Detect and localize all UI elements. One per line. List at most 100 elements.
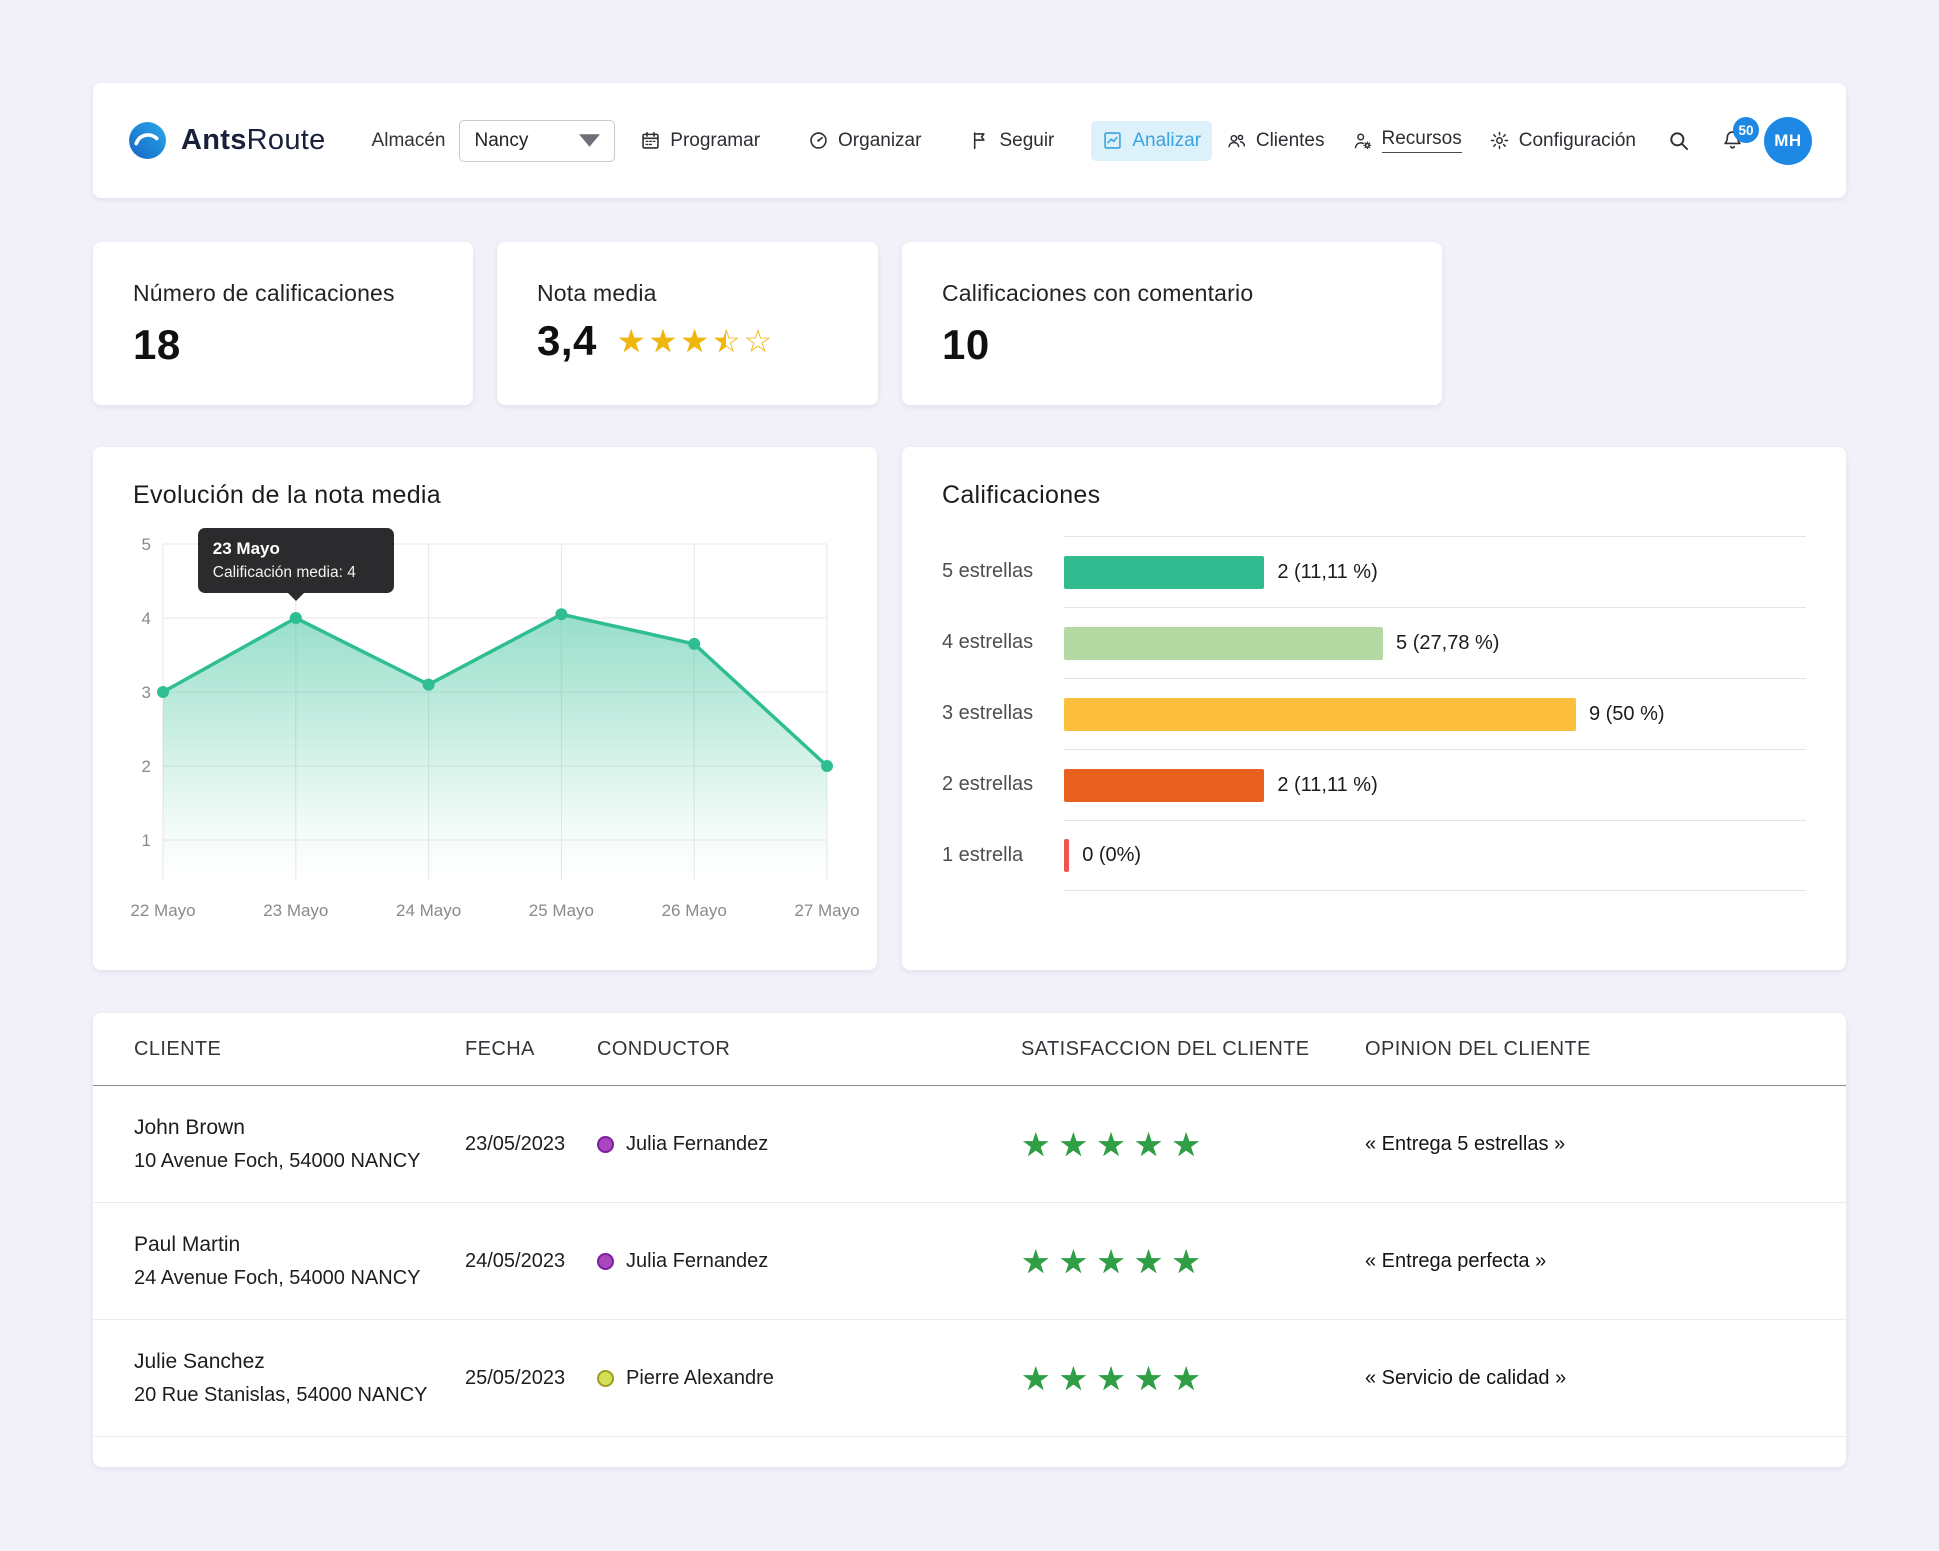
nav-item-clientes[interactable]: Clientes xyxy=(1226,130,1325,152)
driver-color-dot xyxy=(597,1136,614,1153)
star-icon: ☆★ xyxy=(1059,1245,1089,1278)
nav-item-label: Recursos xyxy=(1382,128,1462,153)
rating-bar[interactable] xyxy=(1064,627,1383,660)
rating-row: 1 estrella0 (0%) xyxy=(942,820,1806,891)
rating-bar-zone: 0 (0%) xyxy=(1064,820,1806,891)
star-icon: ☆★ xyxy=(1059,1128,1089,1161)
star-icon: ☆★ xyxy=(1171,1128,1201,1161)
svg-text:25 Mayo: 25 Mayo xyxy=(529,901,594,920)
nav-item-configuracion[interactable]: Configuración xyxy=(1489,130,1636,152)
rating-bar[interactable] xyxy=(1064,698,1576,731)
gauge-icon xyxy=(808,130,829,151)
rating-count: 2 (11,11 %) xyxy=(1277,561,1377,584)
nav-item-recursos[interactable]: Recursos xyxy=(1352,128,1462,153)
warehouse-label: Almacén xyxy=(372,130,446,152)
star-icon: ☆★ xyxy=(617,325,646,357)
star-icon: ☆★ xyxy=(1021,1245,1051,1278)
evolution-chart-svg: 1234522 Mayo23 Mayo24 Mayo25 Mayo26 Mayo… xyxy=(133,528,833,940)
ratings-bars: 5 estrellas 2 (11,11 %) 4 estrellas 5 (27,7… xyxy=(942,536,1806,891)
client-opinion: « Entrega perfecta » xyxy=(1365,1250,1805,1273)
search-icon[interactable] xyxy=(1667,129,1690,152)
svg-text:27 Mayo: 27 Mayo xyxy=(794,901,859,920)
nav-item-organizar[interactable]: Organizar xyxy=(797,121,932,161)
rating-category: 3 estrellas xyxy=(942,678,1064,749)
rating-count: 2 (11,11 %) xyxy=(1277,774,1377,797)
notifications-bell-icon[interactable]: 50 xyxy=(1721,129,1744,152)
kpi-value: 10 xyxy=(942,321,1402,369)
notification-badge: 50 xyxy=(1733,117,1759,143)
analytics-page: AntsRoute Almacén Nancy Programar Organiz… xyxy=(0,0,1939,1467)
client-address: 20 Rue Stanislas, 54000 NANCY xyxy=(134,1384,465,1407)
kpi-title: Nota media xyxy=(537,280,838,307)
rating-row: 2 estrellas2 (11,11 %) xyxy=(942,749,1806,820)
star-icon: ☆★ xyxy=(680,325,709,357)
rating-row: 5 estrellas 2 (11,11 %) xyxy=(942,536,1806,607)
star-icon: ☆★ xyxy=(1134,1128,1164,1161)
secondary-links: Clientes Recursos Configuración xyxy=(1226,128,1636,153)
nav-item-label: Clientes xyxy=(1256,130,1325,152)
rating-bar[interactable] xyxy=(1064,556,1264,589)
brand[interactable]: AntsRoute xyxy=(127,120,326,161)
rating-bar-zone: 2 (11,11 %) xyxy=(1064,536,1806,607)
star-icon: ☆★ xyxy=(712,325,741,357)
star-icon: ☆★ xyxy=(1096,1128,1126,1161)
table-row[interactable]: Paul Martin24 Avenue Foch, 54000 NANCY24… xyxy=(93,1203,1846,1320)
rating-count: 5 (27,78 %) xyxy=(1396,632,1499,655)
kpi-row: Número de calificaciones 18 Nota media 3… xyxy=(93,242,1846,405)
satisfaction-stars: ☆★☆★☆★☆★☆★ xyxy=(1021,1362,1365,1395)
rating-row: 4 estrellas 5 (27,78 %) xyxy=(942,607,1806,678)
warehouse-select[interactable]: Nancy xyxy=(459,120,615,162)
kpi-value: 18 xyxy=(133,321,433,369)
svg-text:23 Mayo: 23 Mayo xyxy=(263,901,328,920)
nav-item-label: Analizar xyxy=(1132,130,1201,152)
rating-count: 9 (50 %) xyxy=(1589,703,1665,726)
nav-item-label: Organizar xyxy=(838,130,921,152)
nav-item-analizar[interactable]: Analizar xyxy=(1091,121,1212,161)
panel-title: Calificaciones xyxy=(942,481,1806,510)
rating-bar[interactable] xyxy=(1064,839,1069,872)
table-row[interactable]: John Brown 10 Avenue Foch, 54000 NANCY23/… xyxy=(93,1086,1846,1203)
col-header-cliente: CLIENTE xyxy=(134,1038,465,1061)
nav-item-label: Seguir xyxy=(999,130,1054,152)
driver-color-dot xyxy=(597,1253,614,1270)
rating-bar[interactable] xyxy=(1064,769,1264,802)
average-rating-stars: ☆★☆★☆★☆★☆★ xyxy=(617,325,775,357)
driver-color-dot xyxy=(597,1370,614,1387)
client-address: 10 Avenue Foch, 54000 NANCY xyxy=(134,1150,465,1173)
col-header-opinion: OPINION DEL CLIENTE xyxy=(1365,1038,1805,1061)
reviews-table: CLIENTE FECHA CONDUCTOR SATISFACCION DEL… xyxy=(93,1013,1846,1467)
kpi-card-total-ratings: Número de calificaciones 18 xyxy=(93,242,473,405)
star-icon: ☆★ xyxy=(1021,1128,1051,1161)
driver-cell: Julia Fernandez xyxy=(597,1133,1021,1156)
col-header-conductor: CONDUCTOR xyxy=(597,1038,1021,1061)
rating-category: 4 estrellas xyxy=(942,607,1064,678)
client-name: John Brown xyxy=(134,1116,465,1140)
satisfaction-stars: ☆★☆★☆★☆★☆★ xyxy=(1021,1245,1365,1278)
svg-text:4: 4 xyxy=(142,609,151,628)
rating-category: 5 estrellas xyxy=(942,536,1064,607)
nav-item-programar[interactable]: Programar xyxy=(629,121,771,161)
delivery-date: 23/05/2023 xyxy=(465,1133,597,1156)
driver-name: Pierre Alexandre xyxy=(626,1367,774,1390)
delivery-date: 24/05/2023 xyxy=(465,1250,597,1273)
star-icon: ☆★ xyxy=(1134,1245,1164,1278)
client-cell: Julie Sanchez20 Rue Stanislas, 54000 NAN… xyxy=(134,1350,465,1407)
evolution-area-chart[interactable]: 1234522 Mayo23 Mayo24 Mayo25 Mayo26 Mayo… xyxy=(133,528,833,940)
table-row[interactable]: Julie Sanchez20 Rue Stanislas, 54000 NAN… xyxy=(93,1320,1846,1437)
driver-cell: Pierre Alexandre xyxy=(597,1367,1021,1390)
panel-title: Evolución de la nota media xyxy=(133,481,837,510)
svg-text:2: 2 xyxy=(142,757,151,776)
star-icon: ☆★ xyxy=(744,325,773,357)
chevron-down-icon xyxy=(579,130,600,151)
nav-item-seguir[interactable]: Seguir xyxy=(958,121,1065,161)
star-icon: ☆★ xyxy=(1096,1245,1126,1278)
user-avatar[interactable]: MH xyxy=(1764,117,1812,165)
svg-text:26 Mayo: 26 Mayo xyxy=(662,901,727,920)
evolution-panel: Evolución de la nota media 1234522 Mayo2… xyxy=(93,447,877,970)
delivery-date: 25/05/2023 xyxy=(465,1367,597,1390)
svg-text:5: 5 xyxy=(142,535,151,554)
driver-cell: Julia Fernandez xyxy=(597,1250,1021,1273)
star-icon: ☆★ xyxy=(649,325,678,357)
star-icon: ☆★ xyxy=(1096,1362,1126,1395)
top-navbar: AntsRoute Almacén Nancy Programar Organiz… xyxy=(93,83,1846,198)
